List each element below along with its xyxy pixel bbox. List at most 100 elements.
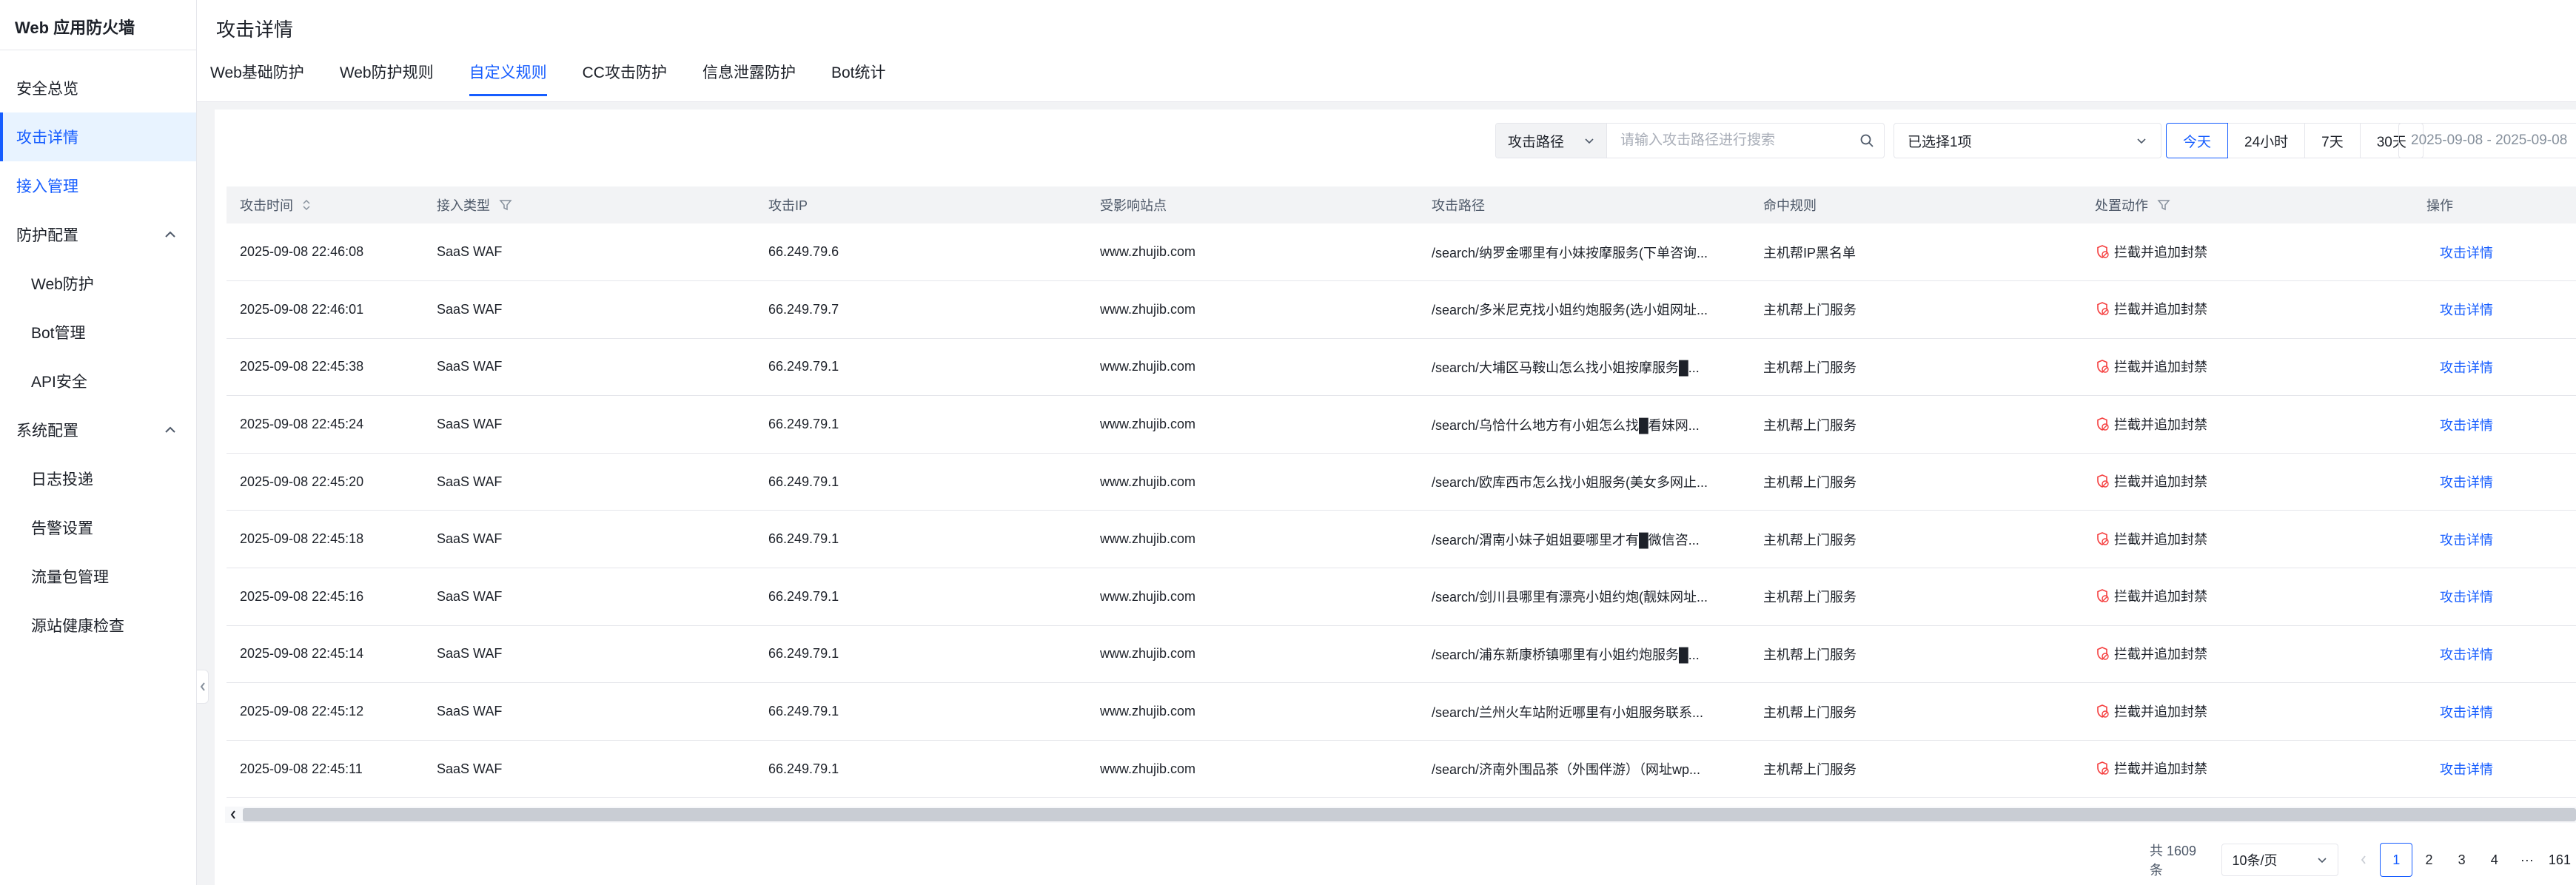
column-header-hit-rule: 命中规则 [1750,186,2082,223]
page-ellipsis[interactable]: ··· [2511,843,2543,877]
cell-hit-rule: 主机帮IP黑名单 [1750,223,2082,282]
brand-title: Web 应用防火墙 [0,0,196,50]
cell-hit-rule: 主机帮上门服务 [1750,338,2082,397]
chevron-left-icon [2361,855,2366,864]
main-area: 攻击详情 Web基础防护 Web防护规则 自定义规则 CC攻击防护 信息泄露防护… [197,0,2576,885]
attack-detail-link[interactable]: 攻击详情 [2426,590,2493,605]
search-field-label: 攻击路径 [1508,134,1565,150]
page-button-last[interactable]: 161 [2543,843,2576,877]
shield-block-icon [2097,761,2109,775]
tab-web-protection-rules[interactable]: Web防护规则 [340,58,434,102]
sidebar-item-origin-health-check[interactable]: 源站健康检查 [0,601,196,650]
cell-attack-time: 2025-09-08 22:45:38 [227,338,423,397]
sidebar-item-log-delivery[interactable]: 日志投递 [0,454,196,503]
cell-attack-path: /search/大埔区马鞍山怎么找小姐按摩服务█... [1418,338,1750,397]
cell-operation: 攻击详情 [2413,338,2576,397]
attack-detail-link[interactable]: 攻击详情 [2426,246,2493,260]
cell-attack-ip: 66.249.79.1 [755,625,1087,684]
cell-action: 拦截并追加封禁 [2082,625,2413,684]
cell-hit-rule: 主机帮上门服务 [1750,395,2082,454]
sidebar-item-label: 接入管理 [16,178,78,195]
page-button-1[interactable]: 1 [2380,843,2413,877]
range-today-button[interactable]: 今天 [2166,123,2229,158]
attack-detail-link[interactable]: 攻击详情 [2426,705,2493,720]
action-label: 拦截并追加封禁 [2114,531,2207,547]
range-24h-button[interactable]: 24小时 [2227,123,2306,158]
cell-access-type: SaaS WAF [423,740,755,798]
sidebar-item-api-security[interactable]: API安全 [0,357,196,406]
page-button-3[interactable]: 3 [2446,843,2478,877]
multi-select-value: 已选择1项 [1908,134,1972,150]
attack-detail-link[interactable]: 攻击详情 [2426,418,2493,433]
cell-attack-ip: 66.249.79.1 [755,453,1087,511]
prev-page-button[interactable] [2347,843,2380,877]
page-button-2[interactable]: 2 [2412,843,2445,877]
sidebar-item-traffic-package[interactable]: 流量包管理 [0,552,196,601]
filter-icon[interactable] [2157,198,2170,212]
sort-icon[interactable] [302,198,311,212]
search-field-select[interactable]: 攻击路径 [1496,124,1607,158]
sidebar-group-protection-config[interactable]: 防护配置 [0,210,196,259]
sidebar-item-label: 日志投递 [31,471,93,488]
search-input[interactable] [1607,124,1850,158]
table-row: 2025-09-08 22:45:38 SaaS WAF 66.249.79.1… [227,338,2576,397]
scrollbar-thumb[interactable] [243,808,2576,821]
cell-access-type: SaaS WAF [423,395,755,454]
cell-attack-path: /search/渭南小妹子姐姐要哪里才有█微信咨... [1418,510,1750,569]
sidebar-item-overview[interactable]: 安全总览 [0,64,196,112]
shield-block-icon [2097,360,2109,373]
column-label: 处置动作 [2095,198,2148,213]
date-range-picker[interactable]: 2025-09-08 - 2025-09-08 [2398,123,2576,158]
sidebar-item-alert-settings[interactable]: 告警设置 [0,503,196,552]
tab-web-basic-protection[interactable]: Web基础防护 [210,58,304,102]
search-button[interactable] [1850,124,1884,158]
cell-access-type: SaaS WAF [423,682,755,741]
range-7d-button[interactable]: 7天 [2304,123,2361,158]
cell-hit-rule: 主机帮上门服务 [1750,280,2082,339]
column-header-attack-ip: 攻击IP [755,186,1087,223]
tab-info-leak-protection[interactable]: 信息泄露防护 [702,58,796,102]
page-size-select[interactable]: 10条/页 [2221,844,2339,876]
chevron-down-icon [1585,138,1594,144]
shield-block-icon [2097,417,2109,431]
filter-multi-select[interactable]: 已选择1项 [1894,123,2161,158]
cell-affected-site: www.zhujib.com [1087,740,1418,798]
attack-detail-link[interactable]: 攻击详情 [2426,475,2493,490]
cell-attack-ip: 66.249.79.1 [755,568,1087,626]
attack-detail-link[interactable]: 攻击详情 [2426,762,2493,777]
cell-attack-ip: 66.249.79.1 [755,740,1087,798]
tab-custom-rules[interactable]: 自定义规则 [469,58,547,102]
attack-detail-link[interactable]: 攻击详情 [2426,360,2493,375]
attack-detail-link[interactable]: 攻击详情 [2426,647,2493,662]
sidebar-item-label: API安全 [31,374,87,391]
tab-bot-stats[interactable]: Bot统计 [831,58,886,102]
sidebar-item-attack-details[interactable]: 攻击详情 [0,112,196,161]
cell-affected-site: www.zhujib.com [1087,223,1418,282]
column-label: 接入类型 [437,198,490,213]
sidebar-item-bot-management[interactable]: Bot管理 [0,308,196,357]
sidebar-menu: 安全总览 攻击详情 接入管理 防护配置 Web防护 Bot管理 API安全 系统… [0,50,196,650]
sidebar-item-web-protection[interactable]: Web防护 [0,259,196,308]
shield-block-icon [2097,589,2109,603]
tab-cc-protection[interactable]: CC攻击防护 [583,58,667,102]
scroll-left-button[interactable] [225,807,241,823]
cell-access-type: SaaS WAF [423,280,755,339]
page-button-4[interactable]: 4 [2478,843,2511,877]
cell-affected-site: www.zhujib.com [1087,453,1418,511]
column-header-time[interactable]: 攻击时间 [227,186,423,223]
cell-action: 拦截并追加封禁 [2082,280,2413,339]
column-header-action: 处置动作 [2082,186,2413,223]
cell-affected-site: www.zhujib.com [1087,625,1418,684]
action-label: 拦截并追加封禁 [2114,417,2207,432]
cell-action: 拦截并追加封禁 [2082,682,2413,741]
cell-action: 拦截并追加封禁 [2082,740,2413,798]
filter-icon[interactable] [499,198,512,212]
shield-block-icon [2097,244,2109,258]
horizontal-scrollbar[interactable] [225,807,2576,823]
sidebar-group-system-config[interactable]: 系统配置 [0,406,196,454]
attack-detail-link[interactable]: 攻击详情 [2426,303,2493,317]
sidebar-item-access-management[interactable]: 接入管理 [0,161,196,210]
action-label: 拦截并追加封禁 [2114,244,2207,260]
cell-operation: 攻击详情 [2413,568,2576,626]
attack-detail-link[interactable]: 攻击详情 [2426,533,2493,548]
